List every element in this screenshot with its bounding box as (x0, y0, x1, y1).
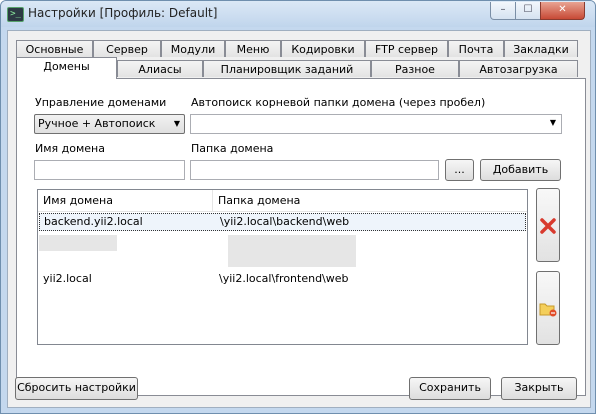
domain-management-value: Ручное + Автопоиск (38, 117, 156, 130)
chevron-down-icon: ▼ (173, 119, 180, 128)
tab-server[interactable]: Сервер (93, 40, 161, 57)
delete-domain-button[interactable] (536, 188, 560, 262)
tab-encodings[interactable]: Кодировки (281, 40, 365, 57)
autosearch-combo[interactable]: ▼ (190, 114, 562, 134)
tab-mail[interactable]: Почта (448, 40, 504, 57)
tab-ftp-server[interactable]: FTP сервер (365, 40, 448, 57)
browse-folder-button[interactable]: ... (445, 159, 474, 181)
autosearch-label: Автопоиск корневой папки домена (через п… (191, 96, 486, 109)
tab-domains[interactable]: Домены (16, 57, 117, 79)
table-row[interactable]: backend.yii2.local \yii2.local\backend\w… (39, 213, 526, 231)
settings-window: >_ Настройки [Профиль: Default] – ☐ ✕ Ос… (0, 0, 596, 414)
folder-add-icon (539, 303, 557, 317)
add-domain-button[interactable]: Добавить (480, 159, 561, 181)
domain-management-select[interactable]: Ручное + Автопоиск ▼ (34, 114, 185, 134)
title-bar[interactable]: >_ Настройки [Профиль: Default] – ☐ ✕ (1, 1, 595, 27)
tab-bookmarks[interactable]: Закладки (504, 40, 578, 57)
redacted-cell (39, 235, 117, 251)
chevron-down-icon: ▼ (549, 118, 556, 127)
window-title: Настройки [Профиль: Default] (28, 6, 218, 20)
tab-misc[interactable]: Разное (371, 60, 459, 77)
close-window-button[interactable]: ✕ (540, 2, 585, 20)
domains-list[interactable]: Имя домена Папка домена backend.yii2.loc… (37, 189, 528, 345)
domain-folder-input[interactable] (190, 160, 439, 180)
tab-autostart[interactable]: Автозагрузка (459, 60, 578, 77)
row-domain-folder: \yii2.local\backend\web (220, 215, 350, 228)
minimize-button[interactable]: – (490, 2, 516, 20)
row-domain-folder: \yii2.local\frontend\web (219, 272, 349, 285)
delete-x-icon (540, 218, 556, 234)
domain-folder-label: Папка домена (191, 142, 274, 155)
save-button[interactable]: Сохранить (409, 377, 491, 400)
tab-scheduler[interactable]: Планировщик заданий (203, 60, 371, 77)
row-domain-name: backend.yii2.local (44, 215, 143, 228)
maximize-button[interactable]: ☐ (515, 2, 541, 20)
column-header-domain-name[interactable]: Имя домена (38, 190, 213, 212)
table-row[interactable]: yii2.local \yii2.local\frontend\web (39, 271, 526, 289)
add-folder-button[interactable] (536, 271, 560, 345)
tab-modules[interactable]: Модули (161, 40, 225, 57)
redacted-cell (228, 235, 356, 267)
reset-settings-button[interactable]: Сбросить настройки (15, 377, 138, 400)
close-button[interactable]: Закрыть (501, 377, 577, 400)
app-icon: >_ (7, 7, 24, 22)
tab-aliases[interactable]: Алиасы (117, 60, 203, 77)
domain-name-label: Имя домена (35, 142, 105, 155)
tab-menu[interactable]: Меню (225, 40, 281, 57)
tab-basic[interactable]: Основные (16, 40, 93, 57)
column-header-domain-folder[interactable]: Папка домена (213, 190, 527, 212)
row-domain-name: yii2.local (43, 272, 92, 285)
domain-name-input[interactable] (34, 160, 185, 180)
domain-management-label: Управление доменами (35, 96, 167, 109)
